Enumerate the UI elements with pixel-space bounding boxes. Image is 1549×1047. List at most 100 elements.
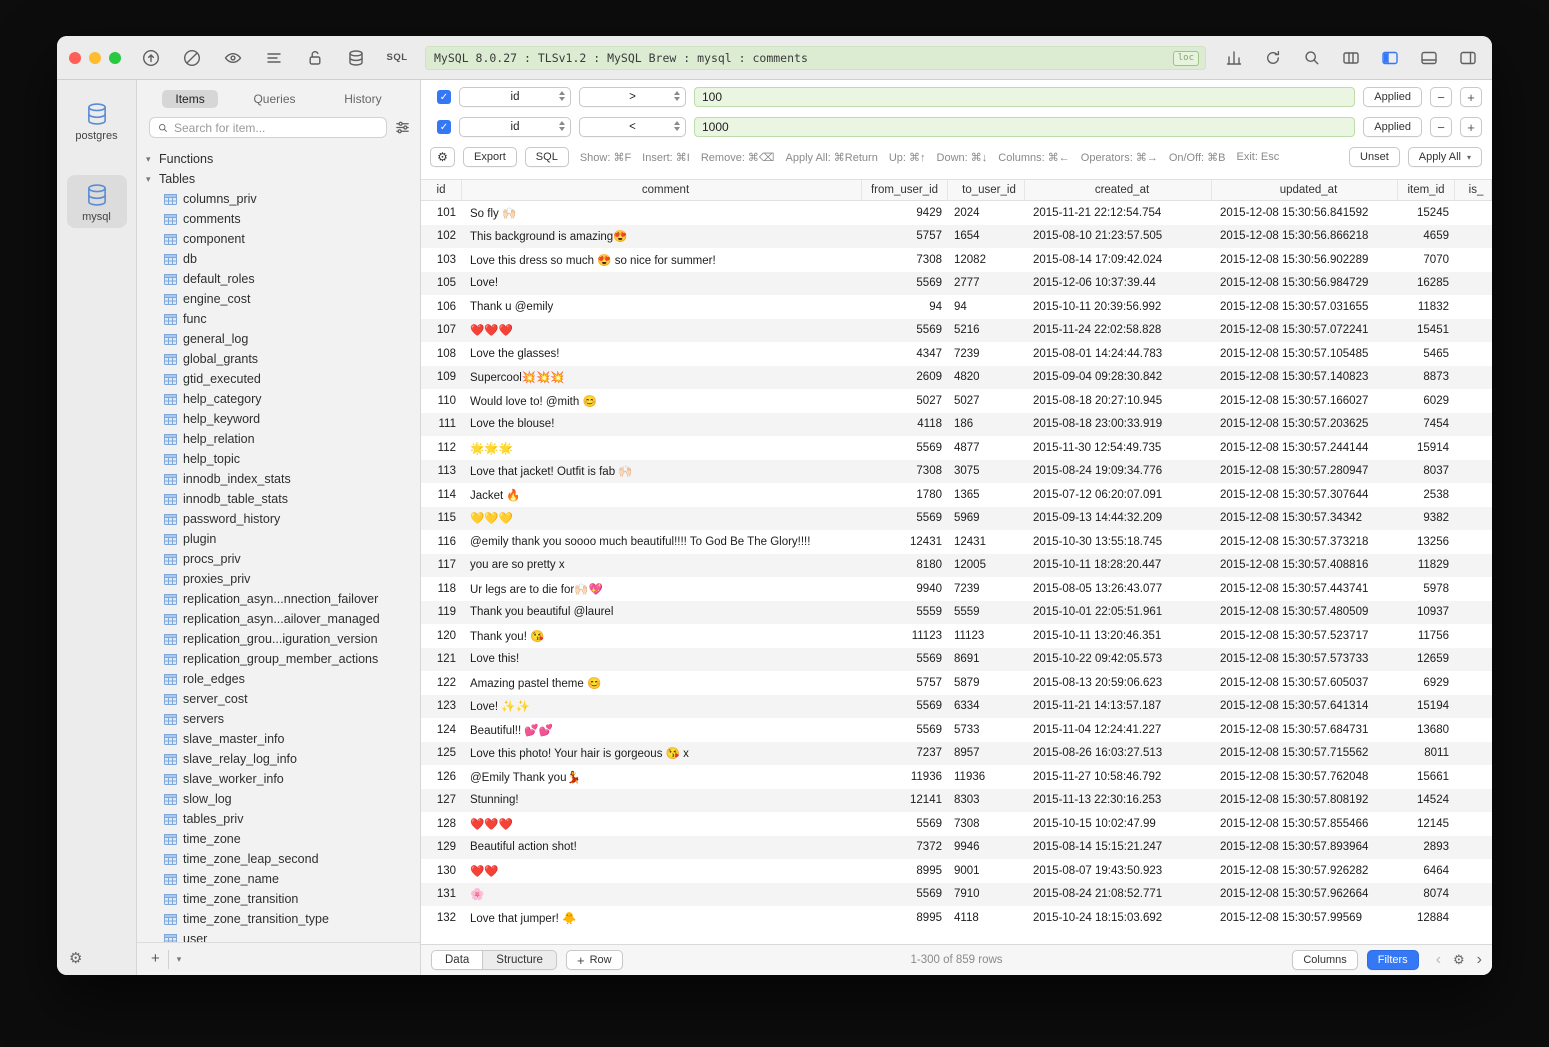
- table-row[interactable]: 124Beautiful!! 💕💕556957332015-11-04 12:2…: [421, 718, 1492, 742]
- filter-operator-select[interactable]: >: [579, 87, 686, 107]
- cell-updated_at[interactable]: 2015-12-08 15:30:57.166027: [1212, 395, 1398, 407]
- sidebar-table-item[interactable]: tables_priv: [137, 809, 420, 829]
- cell-created_at[interactable]: 2015-10-11 13:20:46.351: [1025, 630, 1212, 642]
- sidebar-table-item[interactable]: slave_master_info: [137, 729, 420, 749]
- view-structure-tab[interactable]: Structure: [483, 951, 556, 969]
- cell-comment[interactable]: Love this!: [462, 653, 862, 665]
- cell-id[interactable]: 117: [421, 559, 462, 571]
- remove-filter-button[interactable]: −: [1430, 87, 1452, 107]
- cell-created_at[interactable]: 2015-11-21 14:13:57.187: [1025, 700, 1212, 712]
- toggle-left-sidebar-icon[interactable]: [1378, 46, 1402, 70]
- cell-updated_at[interactable]: 2015-12-08 15:30:56.866218: [1212, 230, 1398, 242]
- cell-comment[interactable]: Thank u @emily: [462, 301, 862, 313]
- cell-to_user_id[interactable]: 5969: [948, 512, 1025, 524]
- cell-from_user_id[interactable]: 12141: [862, 794, 948, 806]
- cell-id[interactable]: 118: [421, 583, 462, 595]
- cell-from_user_id[interactable]: 5569: [862, 653, 948, 665]
- cell-created_at[interactable]: 2015-08-07 19:43:50.923: [1025, 865, 1212, 877]
- cell-from_user_id[interactable]: 7372: [862, 841, 948, 853]
- cell-item_id[interactable]: 9382: [1398, 512, 1455, 524]
- sidebar-table-item[interactable]: replication_group_member_actions: [137, 649, 420, 669]
- cell-id[interactable]: 103: [421, 254, 462, 266]
- cell-id[interactable]: 120: [421, 630, 462, 642]
- sidebar-table-item[interactable]: time_zone: [137, 829, 420, 849]
- cell-from_user_id[interactable]: 5569: [862, 724, 948, 736]
- tab-history[interactable]: History: [331, 90, 394, 108]
- cell-item_id[interactable]: 12659: [1398, 653, 1455, 665]
- connection-mysql[interactable]: mysql: [67, 175, 127, 228]
- cell-updated_at[interactable]: 2015-12-08 15:30:57.573733: [1212, 653, 1398, 665]
- cell-from_user_id[interactable]: 5569: [862, 818, 948, 830]
- sidebar-table-item[interactable]: help_topic: [137, 449, 420, 469]
- sidebar-table-item[interactable]: func: [137, 309, 420, 329]
- minimize-window-button[interactable]: [89, 52, 101, 64]
- table-row[interactable]: 113Love that jacket! Outfit is fab 🙌🏻730…: [421, 460, 1492, 484]
- cell-to_user_id[interactable]: 11936: [948, 771, 1025, 783]
- sidebar-table-item[interactable]: user: [137, 929, 420, 942]
- cell-updated_at[interactable]: 2015-12-08 15:30:57.926282: [1212, 865, 1398, 877]
- search-icon[interactable]: [1300, 46, 1324, 70]
- cell-item_id[interactable]: 2538: [1398, 489, 1455, 501]
- cell-to_user_id[interactable]: 186: [948, 418, 1025, 430]
- cell-comment[interactable]: Ur legs are to die for🙌🏻💖: [462, 582, 862, 596]
- cell-created_at[interactable]: 2015-11-30 12:54:49.735: [1025, 442, 1212, 454]
- cell-from_user_id[interactable]: 7237: [862, 747, 948, 759]
- cell-comment[interactable]: This background is amazing😍: [462, 229, 862, 243]
- cell-updated_at[interactable]: 2015-12-08 15:30:56.902289: [1212, 254, 1398, 266]
- filter-value-input[interactable]: [694, 117, 1355, 137]
- cell-created_at[interactable]: 2015-11-21 22:12:54.754: [1025, 207, 1212, 219]
- cell-updated_at[interactable]: 2015-12-08 15:30:57.762048: [1212, 771, 1398, 783]
- sidebar-table-item[interactable]: general_log: [137, 329, 420, 349]
- cell-from_user_id[interactable]: 5757: [862, 230, 948, 242]
- unlock-icon[interactable]: [303, 46, 327, 70]
- cell-created_at[interactable]: 2015-08-26 16:03:27.513: [1025, 747, 1212, 759]
- table-row[interactable]: 129Beautiful action shot!737299462015-08…: [421, 836, 1492, 860]
- add-row-button[interactable]: +Row: [566, 950, 623, 970]
- cell-comment[interactable]: ❤️❤️❤️: [462, 817, 862, 831]
- sidebar-table-item[interactable]: servers: [137, 709, 420, 729]
- cell-updated_at[interactable]: 2015-12-08 15:30:57.523717: [1212, 630, 1398, 642]
- cell-from_user_id[interactable]: 11123: [862, 630, 948, 642]
- table-row[interactable]: 125Love this photo! Your hair is gorgeou…: [421, 742, 1492, 766]
- column-header-from_user_id[interactable]: from_user_id: [862, 180, 948, 200]
- table-row[interactable]: 119Thank you beautiful @laurel5559555920…: [421, 601, 1492, 625]
- cell-comment[interactable]: ❤️❤️: [462, 864, 862, 878]
- cell-id[interactable]: 127: [421, 794, 462, 806]
- cell-id[interactable]: 108: [421, 348, 462, 360]
- cell-id[interactable]: 125: [421, 747, 462, 759]
- cell-updated_at[interactable]: 2015-12-08 15:30:57.480509: [1212, 606, 1398, 618]
- cell-created_at[interactable]: 2015-09-04 09:28:30.842: [1025, 371, 1212, 383]
- cell-from_user_id[interactable]: 12431: [862, 536, 948, 548]
- column-header-id[interactable]: id: [421, 180, 462, 200]
- table-row[interactable]: 127Stunning!1214183032015-11-13 22:30:16…: [421, 789, 1492, 813]
- filter-sliders-icon[interactable]: [395, 120, 410, 135]
- cell-to_user_id[interactable]: 9946: [948, 841, 1025, 853]
- group-tables[interactable]: ▾ Tables: [137, 169, 420, 189]
- cell-to_user_id[interactable]: 5216: [948, 324, 1025, 336]
- cell-created_at[interactable]: 2015-08-14 17:09:42.024: [1025, 254, 1212, 266]
- filter-applied-button[interactable]: Applied: [1363, 117, 1422, 137]
- sidebar-table-item[interactable]: innodb_index_stats: [137, 469, 420, 489]
- cell-item_id[interactable]: 5465: [1398, 348, 1455, 360]
- columns-button[interactable]: Columns: [1292, 950, 1357, 970]
- cell-comment[interactable]: ❤️❤️❤️: [462, 323, 862, 337]
- cell-id[interactable]: 115: [421, 512, 462, 524]
- cell-updated_at[interactable]: 2015-12-08 15:30:57.34342: [1212, 512, 1398, 524]
- cell-from_user_id[interactable]: 5569: [862, 512, 948, 524]
- table-row[interactable]: 117you are so pretty x8180120052015-10-1…: [421, 554, 1492, 578]
- cell-updated_at[interactable]: 2015-12-08 15:30:57.641314: [1212, 700, 1398, 712]
- cell-created_at[interactable]: 2015-08-14 15:15:21.247: [1025, 841, 1212, 853]
- cell-from_user_id[interactable]: 9429: [862, 207, 948, 219]
- cell-created_at[interactable]: 2015-10-24 18:15:03.692: [1025, 912, 1212, 924]
- cell-created_at[interactable]: 2015-08-24 21:08:52.771: [1025, 888, 1212, 900]
- cell-from_user_id[interactable]: 1780: [862, 489, 948, 501]
- filter-enabled-checkbox[interactable]: ✓: [437, 120, 451, 134]
- cell-id[interactable]: 112: [421, 442, 462, 454]
- cell-item_id[interactable]: 13680: [1398, 724, 1455, 736]
- cell-item_id[interactable]: 6464: [1398, 865, 1455, 877]
- cell-to_user_id[interactable]: 8957: [948, 747, 1025, 759]
- table-row[interactable]: 111Love the blouse!41181862015-08-18 23:…: [421, 413, 1492, 437]
- table-row[interactable]: 108Love the glasses!434772392015-08-01 1…: [421, 342, 1492, 366]
- sidebar-table-item[interactable]: engine_cost: [137, 289, 420, 309]
- table-row[interactable]: 102This background is amazing😍5757165420…: [421, 225, 1492, 249]
